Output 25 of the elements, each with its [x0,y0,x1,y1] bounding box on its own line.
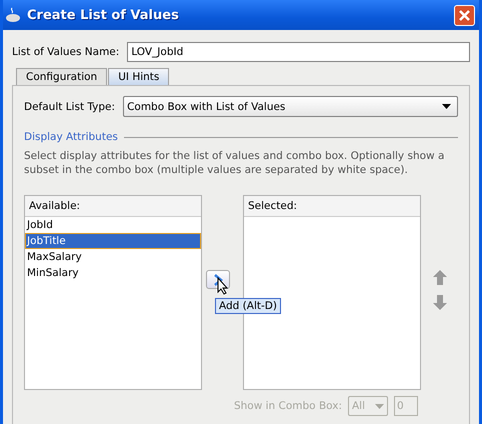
close-icon [459,10,470,20]
field-label: Show in Combo Box: [234,400,342,412]
list-header: Selected: [244,196,420,217]
list-item[interactable]: MinSalary [25,265,201,281]
chevron-right-icon [213,272,223,286]
field-label: List of Values Name: [12,46,120,58]
list-header: Available: [25,196,201,217]
field-label: Default List Type: [24,100,116,112]
list-item[interactable]: MaxSalary [25,249,201,265]
tab[interactable]: UI Hints [108,68,170,85]
section-title: Display Attributes [24,131,118,143]
description-text: Select display attributes for the list of values and combo box. Optionally show a subset in the combo box (multiple values are separated by white space). [24,149,446,177]
tab[interactable]: Configuration [16,68,108,85]
list-item[interactable]: JobTitle [25,233,201,249]
cursor-icon [217,277,229,295]
tooltip: Add (Alt-D) [215,298,281,314]
list-type-dropdown[interactable]: Combo Box with List of Values [123,96,458,117]
down-arrow-icon[interactable] [432,295,446,310]
name-field[interactable]: LOV_JobId [127,42,470,62]
caret-icon [375,404,384,408]
caret-icon [442,104,451,109]
list-item[interactable]: JobId [25,217,201,233]
close-button[interactable] [454,4,475,26]
up-arrow-icon[interactable] [432,270,446,285]
window-title: Create List of Values [27,8,180,22]
